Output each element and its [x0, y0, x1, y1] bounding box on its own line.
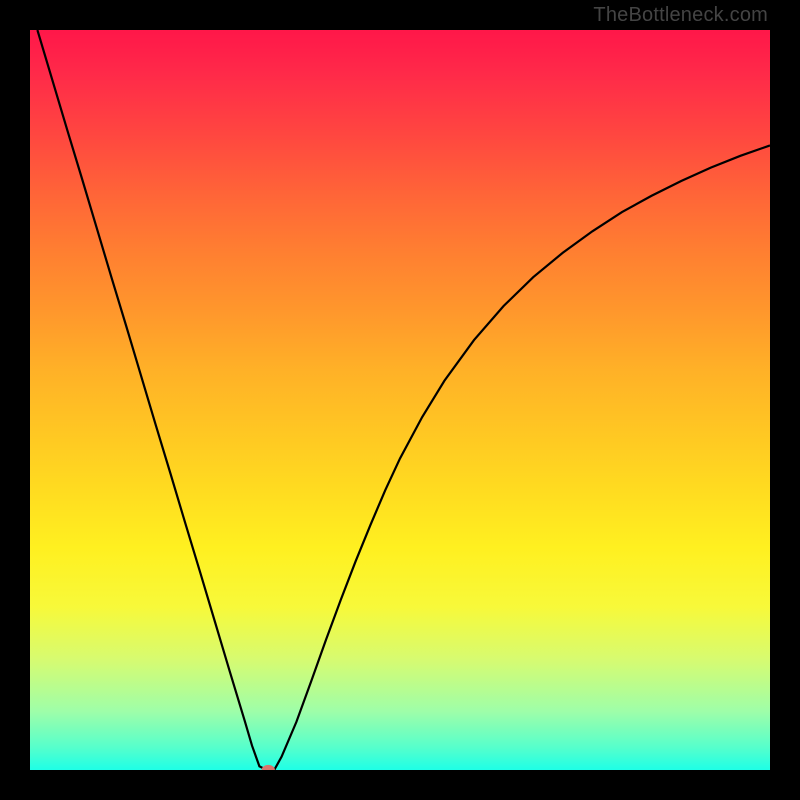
watermark-text: TheBottleneck.com: [593, 4, 768, 27]
chart-container: TheBottleneck.com: [0, 0, 800, 800]
bottleneck-curve: [37, 30, 770, 770]
optimal-point-marker: [262, 765, 275, 770]
chart-svg: [30, 30, 770, 770]
plot-area: [30, 30, 770, 770]
